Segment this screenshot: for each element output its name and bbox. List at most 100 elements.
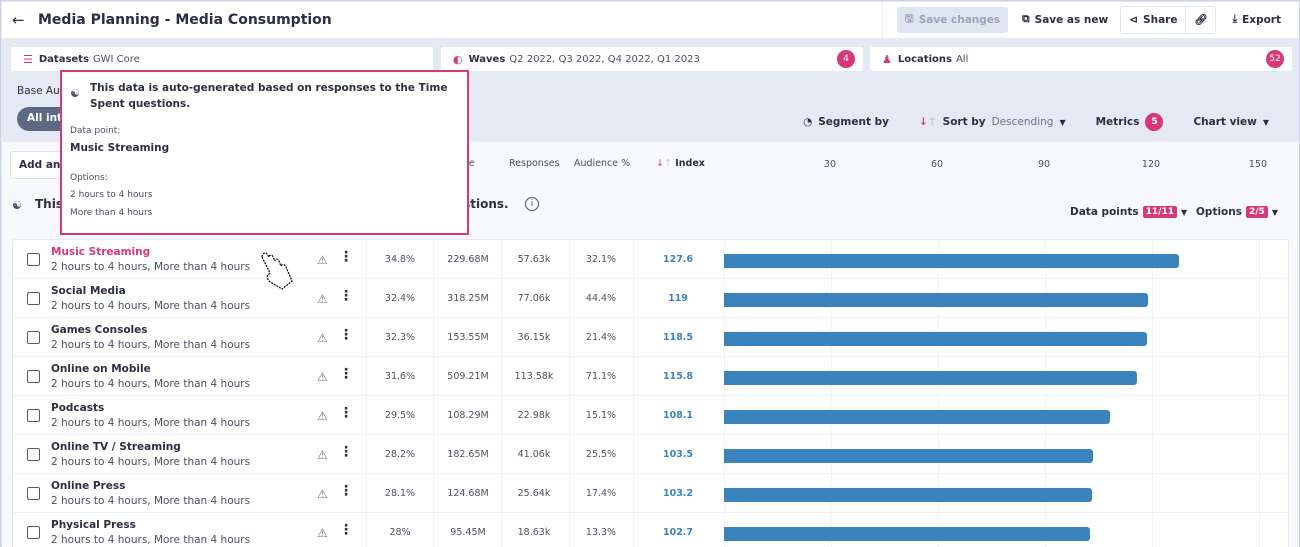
chat-info-icon: ☯	[12, 199, 22, 212]
index-bar[interactable]	[724, 488, 1093, 502]
pie-chart-icon: ◔	[803, 116, 813, 128]
metrics-button[interactable]: Metrics 5	[1096, 113, 1164, 131]
more-options-icon[interactable]: ⋮	[339, 444, 353, 460]
row-name[interactable]: Social Media	[51, 285, 126, 297]
column-header-responses[interactable]: Responses	[509, 158, 560, 169]
column-header-index[interactable]: ↓↑ Index	[656, 158, 705, 169]
chat-info-icon: ☯	[70, 87, 80, 100]
waves-filter[interactable]: ◐ Waves Q2 2022, Q3 2022, Q4 2022, Q1 20…	[441, 47, 863, 71]
warning-icon[interactable]: ⚠	[317, 448, 328, 462]
row-checkbox[interactable]	[27, 409, 40, 422]
row-name[interactable]: Games Consoles	[51, 324, 148, 336]
table-row[interactable]: Online Press 2 hours to 4 hours, More tha…	[13, 474, 1288, 513]
cell-universe: 318.25M	[447, 293, 489, 304]
share-button[interactable]: ⊲ Share	[1121, 7, 1185, 33]
index-bar[interactable]	[724, 410, 1110, 424]
more-options-icon[interactable]: ⋮	[339, 405, 353, 421]
datasets-filter[interactable]: ☰ Datasets GWI Core	[11, 47, 433, 71]
row-name[interactable]: Online TV / Streaming	[51, 441, 181, 453]
table-row[interactable]: Physical Press 2 hours to 4 hours, More t…	[13, 513, 1288, 547]
more-options-icon[interactable]: ⋮	[339, 327, 353, 343]
base-audience-label: Base Au	[17, 85, 60, 97]
chevron-down-icon: ▼	[1059, 117, 1066, 127]
index-bar[interactable]	[724, 527, 1091, 541]
data-table: Music Streaming 2 hours to 4 hours, More …	[12, 239, 1289, 547]
cell-index: 102.7	[662, 527, 694, 538]
row-checkbox[interactable]	[27, 253, 40, 266]
row-options: 2 hours to 4 hours, More than 4 hours	[51, 495, 251, 507]
tooltip-option: More than 4 hours	[70, 208, 153, 218]
row-name[interactable]: Podcasts	[51, 402, 104, 414]
more-options-icon[interactable]: ⋮	[339, 249, 353, 265]
row-checkbox[interactable]	[27, 292, 40, 305]
cell-responses: 25.64k	[517, 488, 551, 499]
row-name[interactable]: Online on Mobile	[51, 363, 151, 375]
warning-icon[interactable]: ⚠	[317, 409, 328, 423]
index-bar[interactable]	[724, 293, 1149, 307]
tooltip-data-point-label: Data point:	[70, 126, 121, 136]
cell-col1: 34.8%	[384, 254, 416, 265]
cell-responses: 36.15k	[517, 332, 551, 343]
row-name[interactable]: Music Streaming	[51, 246, 150, 258]
cell-universe: 124.68M	[447, 488, 489, 499]
x-axis-tick-label: 150	[1248, 159, 1268, 170]
segment-by-button[interactable]: ◔ Segment by	[803, 116, 889, 128]
more-options-icon[interactable]: ⋮	[339, 366, 353, 382]
options-dropdown[interactable]: Options 2/5 ▼	[1196, 206, 1278, 218]
cell-audience-pct: 44.4%	[585, 293, 617, 304]
row-checkbox[interactable]	[27, 487, 40, 500]
sort-by-dropdown[interactable]: ↓↑ Sort by Descending ▼	[919, 116, 1066, 128]
cell-responses: 57.63k	[517, 254, 551, 265]
save-as-new-button[interactable]: ⧉ Save as new	[1014, 7, 1116, 33]
table-row[interactable]: Online on Mobile 2 hours to 4 hours, More…	[13, 357, 1288, 396]
table-row[interactable]: Social Media 2 hours to 4 hours, More tha…	[13, 279, 1288, 318]
x-axis-tick-label: 60	[930, 159, 944, 170]
locations-count-badge: 52	[1266, 50, 1284, 68]
data-point-tooltip: ☯ This data is auto-generated based on r…	[60, 70, 469, 235]
warning-icon[interactable]: ⚠	[317, 253, 328, 267]
index-bar[interactable]	[724, 371, 1138, 385]
data-points-dropdown[interactable]: Data points 11/11 ▼	[1070, 206, 1187, 218]
locations-filter[interactable]: ♟ Locations All 52	[870, 47, 1292, 71]
table-row[interactable]: Games Consoles 2 hours to 4 hours, More t…	[13, 318, 1288, 357]
row-name[interactable]: Online Press	[51, 480, 125, 492]
index-bar[interactable]	[724, 332, 1147, 346]
more-options-icon[interactable]: ⋮	[339, 483, 353, 499]
index-bar[interactable]	[724, 254, 1180, 268]
row-checkbox[interactable]	[27, 526, 40, 539]
row-name[interactable]: Physical Press	[51, 519, 136, 531]
chart-toolbar: ◔ Segment by ↓↑ Sort by Descending ▼ Met…	[803, 113, 1269, 131]
more-options-icon[interactable]: ⋮	[339, 288, 353, 304]
warning-icon[interactable]: ⚠	[317, 526, 328, 540]
cell-col1: 28.1%	[384, 488, 416, 499]
table-row[interactable]: Podcasts 2 hours to 4 hours, More than 4 …	[13, 396, 1288, 435]
page-header: ← Media Planning - Media Consumption 🖫 S…	[2, 2, 1299, 38]
share-group: ⊲ Share 🔗︎	[1120, 5, 1217, 34]
row-checkbox[interactable]	[27, 331, 40, 344]
more-options-icon[interactable]: ⋮	[339, 522, 353, 538]
cell-audience-pct: 32.1%	[585, 254, 617, 265]
index-bar[interactable]	[724, 449, 1094, 463]
row-options: 2 hours to 4 hours, More than 4 hours	[51, 261, 251, 273]
table-row[interactable]: Music Streaming 2 hours to 4 hours, More …	[13, 240, 1288, 279]
table-row[interactable]: Online TV / Streaming 2 hours to 4 hours,…	[13, 435, 1288, 474]
chevron-down-icon: ▼	[1180, 207, 1188, 217]
arrow-left-icon[interactable]: ←	[12, 11, 28, 29]
copy-link-button[interactable]: 🔗︎	[1185, 6, 1215, 33]
warning-icon[interactable]: ⚠	[317, 370, 328, 384]
save-changes-button[interactable]: 🖫 Save changes	[896, 6, 1009, 33]
location-icon: ♟	[882, 52, 892, 66]
export-button[interactable]: ⤓ Export	[1224, 7, 1289, 33]
warning-icon[interactable]: ⚠	[317, 331, 328, 345]
column-header-audience-pct[interactable]: Audience %	[574, 158, 630, 169]
save-as-new-icon: ⧉	[1022, 13, 1030, 25]
header-actions: 🖫 Save changes ⧉ Save as new ⊲ Share 🔗︎ …	[896, 5, 1289, 34]
row-options: 2 hours to 4 hours, More than 4 hours	[51, 417, 251, 429]
warning-icon[interactable]: ⚠	[317, 487, 328, 501]
warning-icon[interactable]: ⚠	[317, 292, 328, 306]
row-checkbox[interactable]	[27, 370, 40, 383]
row-checkbox[interactable]	[27, 448, 40, 461]
cell-col1: 31.6%	[384, 371, 416, 382]
chart-view-dropdown[interactable]: Chart view ▼	[1193, 116, 1269, 128]
info-icon[interactable]: i	[525, 197, 539, 211]
